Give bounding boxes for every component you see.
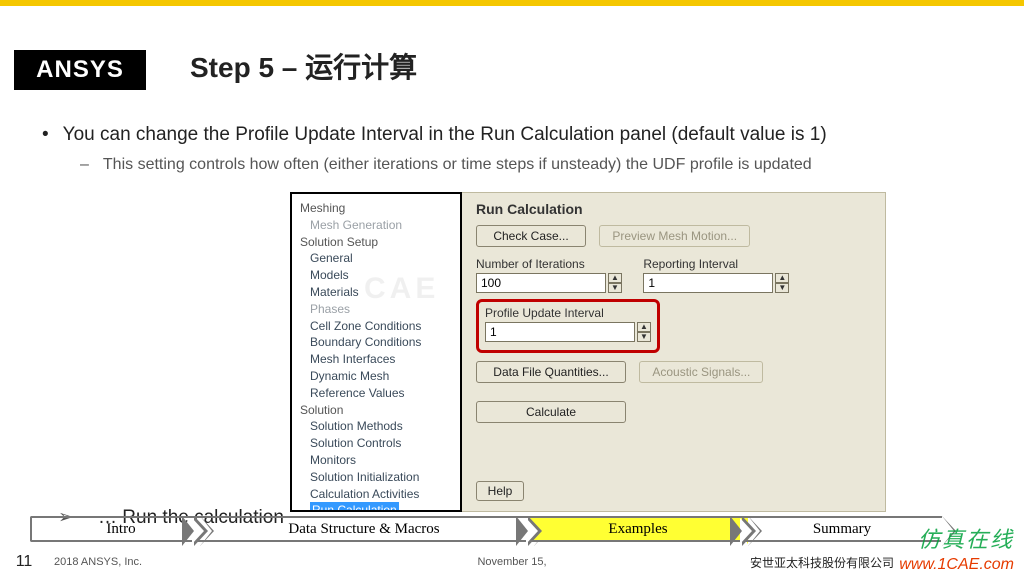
nav-summary[interactable]: Summary [742,516,942,542]
tree-item-materials[interactable]: Materials [292,284,460,301]
tree-item-controls[interactable]: Solution Controls [292,435,460,452]
watermark-cn: 仿真在线 [918,522,1014,554]
reporting-interval-input[interactable] [643,273,773,293]
nav-summary-label: Summary [795,521,889,538]
spinner-down-icon[interactable]: ▼ [608,283,622,293]
tree-item-calcact[interactable]: Calculation Activities [292,486,460,503]
tree-item-phases[interactable]: Phases [292,301,460,318]
help-button[interactable]: Help [476,481,524,501]
bullet-main: You can change the Profile Update Interv… [42,124,827,146]
tree-item-meshgen[interactable]: Mesh Generation [292,217,460,234]
acoustic-signals-button: Acoustic Signals... [639,361,763,383]
watermark-url: www.1CAE.com [899,556,1014,574]
nav-intro[interactable]: Intro [30,516,200,542]
tree-item-cellzone[interactable]: Cell Zone Conditions [292,318,460,335]
spinner-up-icon[interactable]: ▲ [637,322,651,332]
footer-date: November 15, [477,556,546,568]
footer-copyright: 2018 ANSYS, Inc. [48,556,142,568]
tree-item-meshif[interactable]: Mesh Interfaces [292,351,460,368]
check-case-button[interactable]: Check Case... [476,225,586,247]
profile-update-label: Profile Update Interval [485,306,651,320]
slide-body: ANSYS Step 5 – 运行计算 You can change the P… [0,10,1024,516]
fluent-screenshot: Meshing Mesh Generation Solution Setup G… [290,192,886,512]
tree-item-models[interactable]: Models [292,267,460,284]
tree-item-monitors[interactable]: Monitors [292,452,460,469]
outline-tree: Meshing Mesh Generation Solution Setup G… [290,192,462,512]
tree-item-boundary[interactable]: Boundary Conditions [292,334,460,351]
tree-heading-setup: Solution Setup [292,234,460,251]
num-iterations-label: Number of Iterations [476,257,622,271]
nav-data-label: Data Structure & Macros [270,521,457,538]
nav-intro-label: Intro [88,521,153,538]
tree-heading-solution: Solution [292,402,460,419]
panel-title: Run Calculation [476,201,871,217]
tree-item-methods[interactable]: Solution Methods [292,418,460,435]
tree-item-refvals[interactable]: Reference Values [292,385,460,402]
tree-item-init[interactable]: Solution Initialization [292,469,460,486]
nav-examples-label: Examples [590,521,685,538]
run-calculation-panel: Run Calculation Check Case... Preview Me… [462,192,886,512]
spinner-up-icon[interactable]: ▲ [608,273,622,283]
tree-item-dynmesh[interactable]: Dynamic Mesh [292,368,460,385]
data-file-quantities-button[interactable]: Data File Quantities... [476,361,626,383]
tree-item-runcalc-selected[interactable]: Run Calculation [310,502,399,512]
nav-data-structure[interactable]: Data Structure & Macros [194,516,534,542]
num-iterations-input[interactable] [476,273,606,293]
reporting-interval-label: Reporting Interval [643,257,789,271]
preview-mesh-motion-button: Preview Mesh Motion... [599,225,750,247]
spinner-down-icon[interactable]: ▼ [637,332,651,342]
tree-heading-meshing: Meshing [292,200,460,217]
ansys-logo: ANSYS [14,50,146,90]
nav-examples[interactable]: Examples [528,516,748,542]
page-number: 11 [0,553,48,571]
profile-update-highlight: Profile Update Interval ▲ ▼ [476,299,660,353]
slide-footer: 11 2018 ANSYS, Inc. November 15, 安世亚太科技股… [0,550,1024,574]
spinner-up-icon[interactable]: ▲ [775,273,789,283]
spinner-down-icon[interactable]: ▼ [775,283,789,293]
profile-update-input[interactable] [485,322,635,342]
bullet-sub: This setting controls how often (either … [80,156,812,174]
nav-chevrons: Intro Data Structure & Macros Examples S… [30,516,994,542]
footer-company-cn: 安世亚太科技股份有限公司 [750,554,894,571]
tree-item-general[interactable]: General [292,250,460,267]
calculate-button[interactable]: Calculate [476,401,626,423]
page-title: Step 5 – 运行计算 [190,46,417,86]
